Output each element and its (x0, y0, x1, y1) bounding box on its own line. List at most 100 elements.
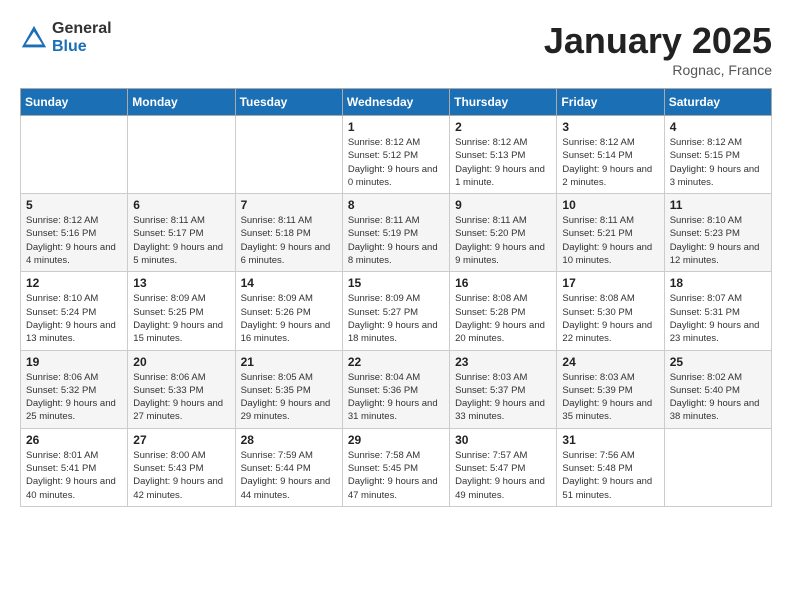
calendar-day-cell: 24 Sunrise: 8:03 AM Sunset: 5:39 PM Dayl… (557, 350, 664, 428)
day-number: 22 (348, 355, 444, 369)
sunset-text: Sunset: 5:23 PM (670, 228, 740, 239)
day-number: 25 (670, 355, 766, 369)
calendar-day-cell: 12 Sunrise: 8:10 AM Sunset: 5:24 PM Dayl… (21, 272, 128, 350)
sunset-text: Sunset: 5:47 PM (455, 463, 525, 474)
sunset-text: Sunset: 5:45 PM (348, 463, 418, 474)
daylight-text: Daylight: 9 hours and 31 minutes. (348, 398, 438, 422)
daylight-text: Daylight: 9 hours and 0 minutes. (348, 164, 438, 188)
sunset-text: Sunset: 5:28 PM (455, 307, 525, 318)
day-info: Sunrise: 7:58 AM Sunset: 5:45 PM Dayligh… (348, 449, 444, 502)
sunset-text: Sunset: 5:35 PM (241, 385, 311, 396)
day-number: 17 (562, 276, 658, 290)
day-number: 28 (241, 433, 337, 447)
calendar-week-row: 5 Sunrise: 8:12 AM Sunset: 5:16 PM Dayli… (21, 194, 772, 272)
daylight-text: Daylight: 9 hours and 49 minutes. (455, 476, 545, 500)
daylight-text: Daylight: 9 hours and 1 minute. (455, 164, 545, 188)
sunrise-text: Sunrise: 8:03 AM (562, 372, 634, 383)
sunset-text: Sunset: 5:21 PM (562, 228, 632, 239)
day-info: Sunrise: 7:57 AM Sunset: 5:47 PM Dayligh… (455, 449, 551, 502)
weekday-header: Friday (557, 89, 664, 116)
daylight-text: Daylight: 9 hours and 44 minutes. (241, 476, 331, 500)
sunrise-text: Sunrise: 8:00 AM (133, 450, 205, 461)
sunrise-text: Sunrise: 8:06 AM (26, 372, 98, 383)
day-number: 9 (455, 198, 551, 212)
calendar-day-cell: 23 Sunrise: 8:03 AM Sunset: 5:37 PM Dayl… (450, 350, 557, 428)
day-info: Sunrise: 8:09 AM Sunset: 5:25 PM Dayligh… (133, 292, 229, 345)
weekday-header: Sunday (21, 89, 128, 116)
sunrise-text: Sunrise: 8:12 AM (26, 215, 98, 226)
day-info: Sunrise: 8:09 AM Sunset: 5:27 PM Dayligh… (348, 292, 444, 345)
calendar-day-cell: 11 Sunrise: 8:10 AM Sunset: 5:23 PM Dayl… (664, 194, 771, 272)
day-info: Sunrise: 8:12 AM Sunset: 5:13 PM Dayligh… (455, 136, 551, 189)
sunset-text: Sunset: 5:27 PM (348, 307, 418, 318)
day-number: 30 (455, 433, 551, 447)
day-info: Sunrise: 8:12 AM Sunset: 5:15 PM Dayligh… (670, 136, 766, 189)
sunset-text: Sunset: 5:33 PM (133, 385, 203, 396)
sunset-text: Sunset: 5:24 PM (26, 307, 96, 318)
calendar-day-cell (664, 428, 771, 506)
sunrise-text: Sunrise: 8:02 AM (670, 372, 742, 383)
day-info: Sunrise: 8:08 AM Sunset: 5:30 PM Dayligh… (562, 292, 658, 345)
day-number: 7 (241, 198, 337, 212)
day-info: Sunrise: 8:00 AM Sunset: 5:43 PM Dayligh… (133, 449, 229, 502)
daylight-text: Daylight: 9 hours and 6 minutes. (241, 242, 331, 266)
day-number: 26 (26, 433, 122, 447)
sunrise-text: Sunrise: 8:12 AM (562, 137, 634, 148)
sunset-text: Sunset: 5:43 PM (133, 463, 203, 474)
sunrise-text: Sunrise: 8:01 AM (26, 450, 98, 461)
sunrise-text: Sunrise: 8:05 AM (241, 372, 313, 383)
logo: General Blue (20, 20, 112, 55)
sunset-text: Sunset: 5:18 PM (241, 228, 311, 239)
sunset-text: Sunset: 5:37 PM (455, 385, 525, 396)
month-title: January 2025 (544, 20, 772, 62)
daylight-text: Daylight: 9 hours and 5 minutes. (133, 242, 223, 266)
day-info: Sunrise: 8:11 AM Sunset: 5:19 PM Dayligh… (348, 214, 444, 267)
calendar-week-row: 19 Sunrise: 8:06 AM Sunset: 5:32 PM Dayl… (21, 350, 772, 428)
day-number: 23 (455, 355, 551, 369)
calendar-day-cell: 30 Sunrise: 7:57 AM Sunset: 5:47 PM Dayl… (450, 428, 557, 506)
calendar-day-cell: 17 Sunrise: 8:08 AM Sunset: 5:30 PM Dayl… (557, 272, 664, 350)
day-number: 4 (670, 120, 766, 134)
calendar-day-cell: 22 Sunrise: 8:04 AM Sunset: 5:36 PM Dayl… (342, 350, 449, 428)
sunrise-text: Sunrise: 8:08 AM (562, 293, 634, 304)
sunset-text: Sunset: 5:19 PM (348, 228, 418, 239)
calendar-day-cell: 3 Sunrise: 8:12 AM Sunset: 5:14 PM Dayli… (557, 116, 664, 194)
calendar-day-cell: 29 Sunrise: 7:58 AM Sunset: 5:45 PM Dayl… (342, 428, 449, 506)
calendar-day-cell: 18 Sunrise: 8:07 AM Sunset: 5:31 PM Dayl… (664, 272, 771, 350)
sunrise-text: Sunrise: 8:12 AM (670, 137, 742, 148)
day-number: 1 (348, 120, 444, 134)
day-info: Sunrise: 8:10 AM Sunset: 5:23 PM Dayligh… (670, 214, 766, 267)
day-info: Sunrise: 8:11 AM Sunset: 5:20 PM Dayligh… (455, 214, 551, 267)
sunset-text: Sunset: 5:40 PM (670, 385, 740, 396)
sunset-text: Sunset: 5:13 PM (455, 150, 525, 161)
day-info: Sunrise: 8:08 AM Sunset: 5:28 PM Dayligh… (455, 292, 551, 345)
daylight-text: Daylight: 9 hours and 3 minutes. (670, 164, 760, 188)
sunset-text: Sunset: 5:41 PM (26, 463, 96, 474)
day-info: Sunrise: 8:01 AM Sunset: 5:41 PM Dayligh… (26, 449, 122, 502)
sunset-text: Sunset: 5:25 PM (133, 307, 203, 318)
day-info: Sunrise: 8:02 AM Sunset: 5:40 PM Dayligh… (670, 371, 766, 424)
calendar-day-cell: 16 Sunrise: 8:08 AM Sunset: 5:28 PM Dayl… (450, 272, 557, 350)
daylight-text: Daylight: 9 hours and 2 minutes. (562, 164, 652, 188)
day-number: 27 (133, 433, 229, 447)
sunrise-text: Sunrise: 8:10 AM (26, 293, 98, 304)
daylight-text: Daylight: 9 hours and 15 minutes. (133, 320, 223, 344)
day-number: 12 (26, 276, 122, 290)
calendar-day-cell: 15 Sunrise: 8:09 AM Sunset: 5:27 PM Dayl… (342, 272, 449, 350)
sunset-text: Sunset: 5:48 PM (562, 463, 632, 474)
sunset-text: Sunset: 5:17 PM (133, 228, 203, 239)
calendar-day-cell: 8 Sunrise: 8:11 AM Sunset: 5:19 PM Dayli… (342, 194, 449, 272)
calendar-day-cell: 4 Sunrise: 8:12 AM Sunset: 5:15 PM Dayli… (664, 116, 771, 194)
day-number: 24 (562, 355, 658, 369)
day-number: 11 (670, 198, 766, 212)
calendar-day-cell: 20 Sunrise: 8:06 AM Sunset: 5:33 PM Dayl… (128, 350, 235, 428)
day-number: 3 (562, 120, 658, 134)
calendar-day-cell: 26 Sunrise: 8:01 AM Sunset: 5:41 PM Dayl… (21, 428, 128, 506)
sunrise-text: Sunrise: 8:11 AM (455, 215, 527, 226)
calendar-day-cell: 1 Sunrise: 8:12 AM Sunset: 5:12 PM Dayli… (342, 116, 449, 194)
calendar-week-row: 1 Sunrise: 8:12 AM Sunset: 5:12 PM Dayli… (21, 116, 772, 194)
daylight-text: Daylight: 9 hours and 23 minutes. (670, 320, 760, 344)
day-number: 20 (133, 355, 229, 369)
weekday-header-row: SundayMondayTuesdayWednesdayThursdayFrid… (21, 89, 772, 116)
calendar-day-cell: 31 Sunrise: 7:56 AM Sunset: 5:48 PM Dayl… (557, 428, 664, 506)
